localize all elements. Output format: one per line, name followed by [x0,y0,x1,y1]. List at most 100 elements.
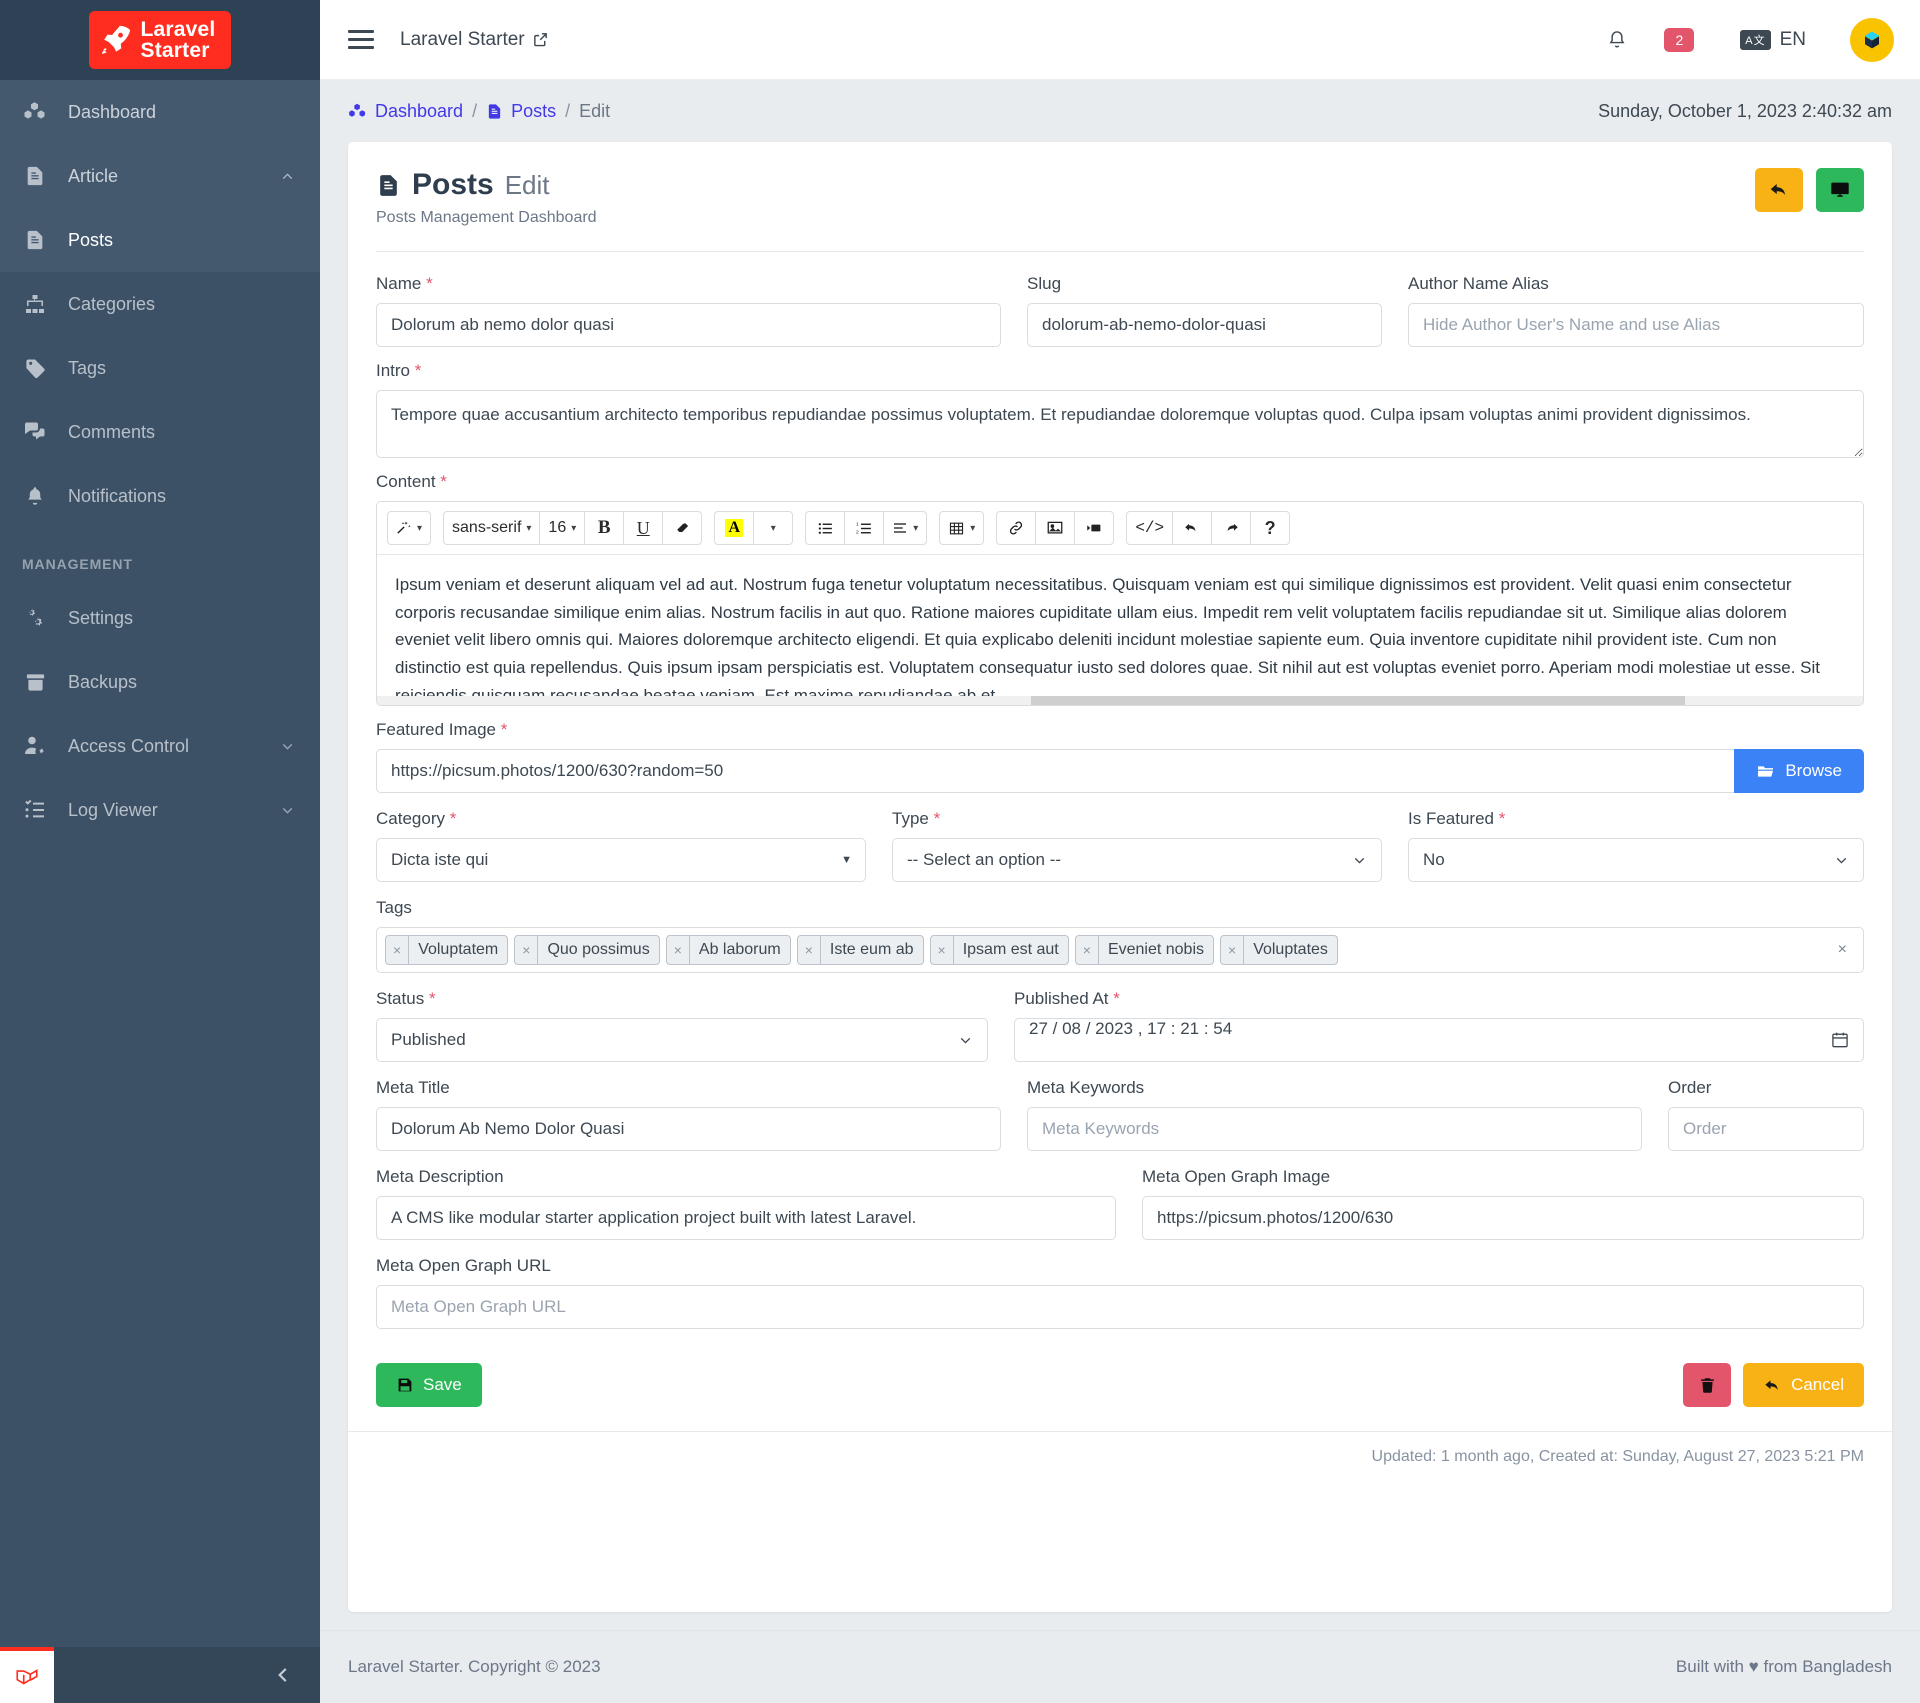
meta-keywords-input[interactable] [1027,1107,1642,1151]
is-featured-label: Is Featured * [1408,809,1864,829]
remove-tag-icon[interactable]: × [667,936,690,964]
browse-button[interactable]: Browse [1734,749,1864,793]
sidebar-item-log-viewer[interactable]: Log Viewer [0,778,320,842]
delete-button[interactable] [1683,1363,1732,1407]
breadcrumb-dashboard[interactable]: Dashboard [348,101,463,122]
tag-chip[interactable]: × Iste eum ab [796,935,924,965]
meta-title-input[interactable] [376,1107,1001,1151]
tag-label: Ab laborum [698,941,781,958]
laravel-logo-icon[interactable] [0,1647,54,1703]
font-size-select[interactable]: 16 ▾ [539,511,586,545]
underline-button[interactable]: U [623,511,664,545]
name-label: Name * [376,274,1001,294]
bell-icon[interactable] [1606,29,1628,51]
tag-label: Voluptates [1253,941,1328,958]
category-select[interactable]: Dicta iste qui [376,838,866,882]
text-color-dropdown[interactable]: ▾ [753,511,794,545]
eraser-icon[interactable] [662,511,703,545]
sidebar-item-access-control[interactable]: Access Control [0,714,320,778]
calendar-icon[interactable] [1830,1018,1850,1062]
breadcrumb-posts[interactable]: Posts [486,101,556,122]
folder-open-icon [1756,762,1775,781]
meta-description-input[interactable] [376,1196,1116,1240]
slug-input[interactable] [1027,303,1382,347]
sidebar-item-label: Categories [68,293,156,314]
brand-text: Laravel Starter [141,18,216,62]
notification-count-badge[interactable]: 2 [1664,27,1695,52]
status-select[interactable]: Published [376,1018,988,1062]
tag-chip[interactable]: × Ab laborum [665,935,791,965]
text-color-button[interactable]: A [714,511,755,545]
redo-icon[interactable] [1211,511,1252,545]
chevron-down-icon[interactable] [279,738,296,755]
tags-input[interactable]: × Voluptatem × Quo possimus × Ab laborum × I… [376,927,1864,973]
help-icon[interactable]: ? [1250,511,1291,545]
tag-chip[interactable]: × Voluptatem [385,935,509,965]
bold-button[interactable]: B [584,511,625,545]
sidebar-item-comments[interactable]: Comments [0,400,320,464]
external-link-icon [532,31,549,48]
table-icon[interactable]: ▾ [939,511,985,545]
translate-icon: A文 [1740,29,1771,50]
type-select[interactable]: -- Select an option -- [892,838,1382,882]
meta-og-url-input[interactable] [376,1285,1864,1329]
tag-chip[interactable]: × Ipsam est aut [929,935,1069,965]
hamburger-icon[interactable] [348,25,374,54]
remove-tag-icon[interactable]: × [1221,936,1245,964]
cancel-button[interactable]: Cancel [1743,1363,1864,1407]
editor-scrollbar[interactable] [377,696,1863,705]
remove-tag-icon[interactable]: × [798,936,821,964]
code-icon[interactable]: </> [1126,511,1174,545]
published-at-input[interactable]: 27 / 08 / 2023 , 17 : 21 : 54 [1014,1018,1864,1062]
sidebar-item-article[interactable]: Article [0,144,320,208]
intro-textarea[interactable]: Tempore quae accusantium architecto temp… [376,390,1864,458]
order-label: Order [1668,1078,1712,1097]
undo-icon[interactable] [1172,511,1213,545]
language-switcher[interactable]: A文 EN [1740,29,1806,51]
tag-chip[interactable]: × Eveniet nobis [1074,935,1214,965]
meta-og-image-input[interactable] [1142,1196,1864,1240]
avatar[interactable] [1850,17,1894,62]
featured-image-input[interactable] [376,749,1735,793]
svg-text:1: 1 [856,521,859,527]
numbered-list-icon[interactable]: 12 [844,511,885,545]
chevron-down-icon[interactable] [279,802,296,819]
sidebar-item-posts[interactable]: Posts [0,208,320,272]
link-icon[interactable] [996,511,1037,545]
sidebar-item-label: Log Viewer [68,799,158,820]
bullet-list-icon[interactable] [805,511,846,545]
remove-tag-icon[interactable]: × [515,936,539,964]
sidebar-item-settings[interactable]: Settings [0,586,320,650]
tag-chip[interactable]: × Voluptates [1220,935,1338,965]
topbar-title[interactable]: Laravel Starter [400,29,549,51]
video-icon[interactable] [1074,511,1115,545]
preview-button[interactable] [1816,168,1864,212]
tag-chip[interactable]: × Quo possimus [514,935,660,965]
sidebar-item-tags[interactable]: Tags [0,336,320,400]
align-icon[interactable]: ▾ [883,511,928,545]
author-alias-input[interactable] [1408,303,1864,347]
chevron-down-icon: ▾ [970,522,976,534]
back-button[interactable] [1755,168,1803,212]
tag-label: Ipsam est aut [962,941,1059,958]
clear-tags-button[interactable]: × [1838,941,1855,959]
sidebar-item-backups[interactable]: Backups [0,650,320,714]
content-editable-area[interactable]: Ipsum veniam et deserunt aliquam vel ad … [377,555,1863,705]
remove-tag-icon[interactable]: × [931,936,954,964]
sidebar-collapse-button[interactable] [272,1664,320,1686]
brand-logo[interactable]: Laravel Starter [0,0,320,80]
is-featured-select[interactable]: No [1408,838,1864,882]
save-button[interactable]: Save [376,1363,482,1407]
font-family-select[interactable]: sans-serif ▾ [443,511,541,545]
font-size-value: 16 [548,519,567,536]
remove-tag-icon[interactable]: × [1076,936,1099,964]
sidebar-item-categories[interactable]: Categories [0,272,320,336]
magic-wand-icon[interactable]: ▾ [387,511,432,545]
sidebar-item-notifications[interactable]: Notifications [0,464,320,528]
chevron-up-icon[interactable] [279,168,296,185]
order-input[interactable] [1668,1107,1864,1151]
image-icon[interactable] [1035,511,1076,545]
name-input[interactable] [376,303,1001,347]
remove-tag-icon[interactable]: × [386,936,410,964]
sidebar-item-dashboard[interactable]: Dashboard [0,80,320,144]
